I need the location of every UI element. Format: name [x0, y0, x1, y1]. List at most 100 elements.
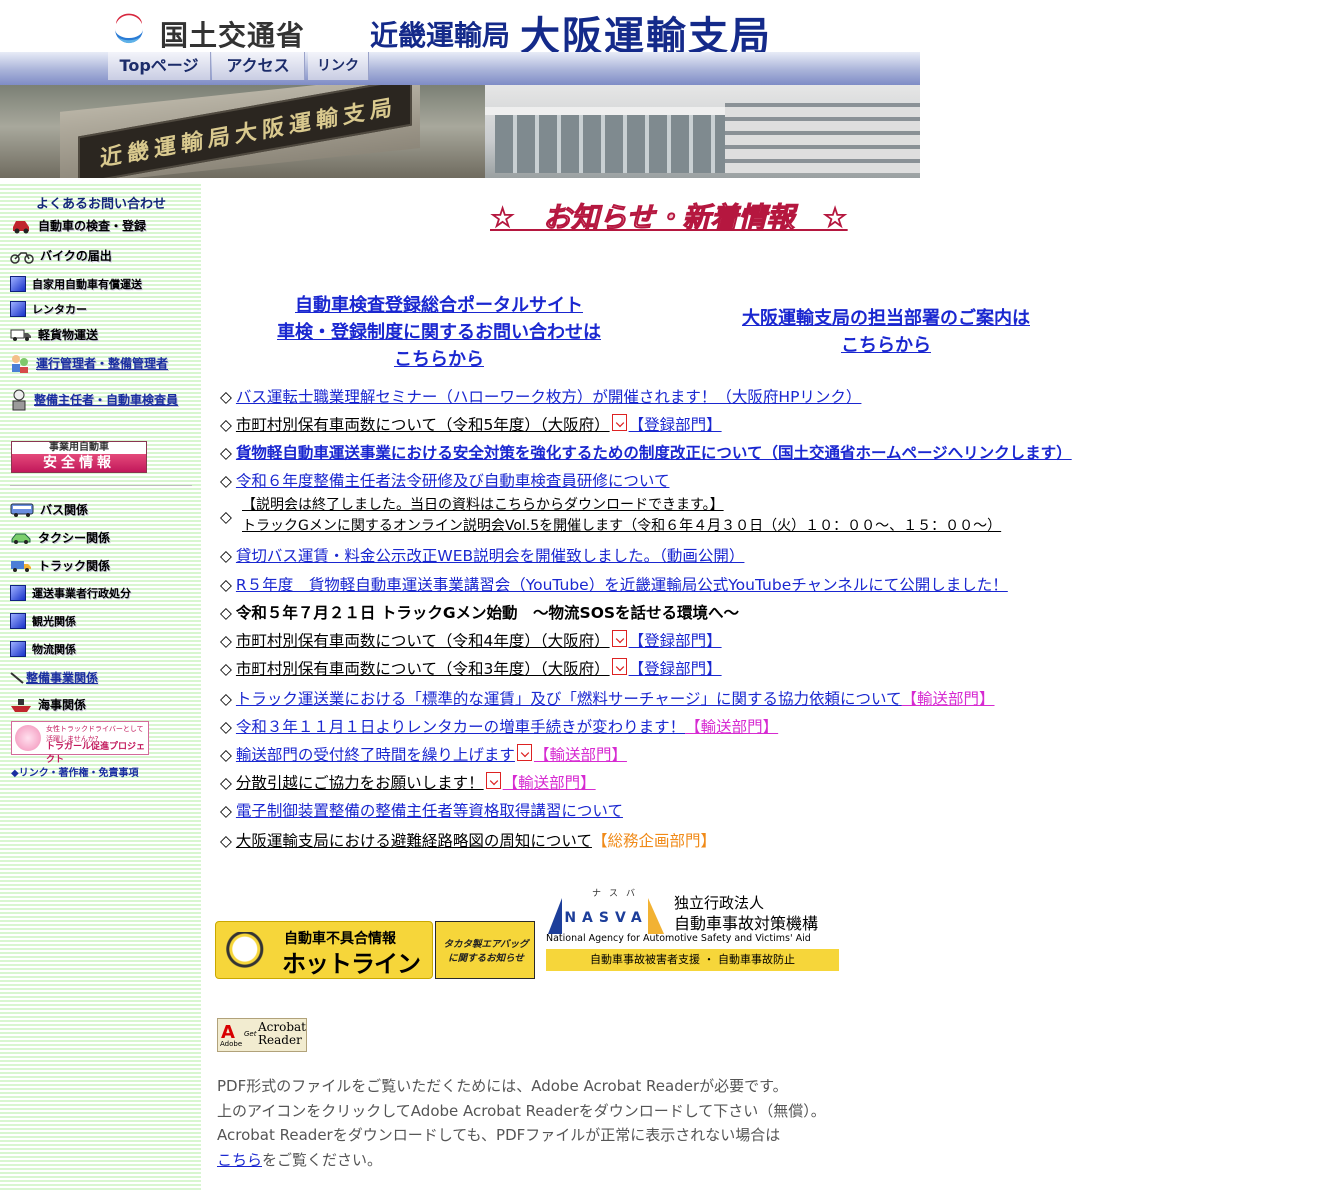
sidebar-footer-link[interactable]: ◆リンク・著作権・免責事項: [11, 764, 139, 779]
sidebar-item-label: 運行管理者・整備管理者: [36, 356, 169, 371]
sidebar-item-label: 海事関係: [38, 698, 87, 712]
dept-label: 【輸送部門】: [533, 746, 627, 764]
safety-banner-top: 事業用自動車: [12, 442, 146, 454]
square-bullet-icon: [10, 613, 26, 629]
sidebar-item-bus[interactable]: バス関係: [10, 501, 195, 518]
portal-link-line3: こちらから: [394, 349, 484, 370]
building-main: [495, 115, 725, 173]
news-link[interactable]: バス運転士職業理解セミナー（ハローワーク枚方）が開催されます！（大阪府HPリンク…: [236, 388, 862, 406]
diamond-bullet-icon: ◇: [220, 604, 232, 622]
sidebar-divider: [10, 485, 192, 486]
pdf-icon: [485, 772, 501, 789]
news-link[interactable]: 令和６年度整備主任者法令研修及び自動車検査員研修について: [236, 472, 670, 490]
ship-icon: [11, 698, 31, 712]
sidebar-item-label: タクシー関係: [38, 531, 111, 545]
news-item: ◇ 市町村別保有車両数について（令和4年度）（大阪府） 【登録部門】: [220, 629, 1310, 651]
diamond-bullet-icon: ◇: [220, 832, 232, 850]
diamond-bullet-icon: ◇: [220, 416, 232, 434]
sidebar-item-operation-manager[interactable]: 運行管理者・整備管理者: [10, 353, 195, 373]
news-link[interactable]: 電子制御装置整備の整備主任者等資格取得講習について: [236, 802, 623, 820]
news-item: ◇ 分散引越にご協力をお願いします！ 【輸送部門】: [220, 771, 1310, 793]
news-item: ◇ 市町村別保有車両数について（令和5年度）（大阪府） 【登録部門】: [220, 413, 1310, 435]
sidebar-item-maintenance-business[interactable]: 整備事業関係: [10, 669, 195, 686]
nav-access[interactable]: アクセス: [212, 52, 305, 80]
nav-top[interactable]: Topページ: [108, 52, 211, 80]
takata-airbag-banner[interactable]: タカタ製エアバッグ に関するお知らせ: [435, 921, 535, 979]
diamond-bullet-icon: ◇: [220, 718, 232, 736]
car-icon: [13, 220, 29, 233]
department-guide-link[interactable]: 大阪運輸支局の担当部署のご案内は こちらから: [740, 305, 1032, 359]
news-link[interactable]: 【説明会は終了しました。当日の資料はこちらからダウンロードできます。】 トラック…: [242, 496, 1001, 535]
pdf-note-line3: Acrobat Readerをダウンロードしても、PDFファイルが正常に表示され…: [217, 1126, 781, 1144]
news-link[interactable]: 市町村別保有車両数について（令和5年度）（大阪府）: [236, 416, 610, 434]
pdf-note-line1: PDF形式のファイルをご覧いただくためには、Adobe Acrobat Read…: [217, 1077, 788, 1095]
mlit-logo-icon[interactable]: [110, 10, 148, 48]
news-link[interactable]: 大阪運輸支局における避難経路略図の周知について: [236, 832, 592, 850]
sidebar-item-tourism[interactable]: 観光関係: [10, 613, 195, 629]
news-link[interactable]: 貸切バス運賃・料金公示改正WEB説明会を開催致しました。（動画公開）: [236, 547, 745, 565]
news-item: ◇ 貨物軽自動車運送事業における安全対策を強化するための制度改正について（国土交通…: [220, 441, 1310, 463]
dept-link-line2: こちらから: [841, 335, 931, 356]
news-link[interactable]: R５年度 貨物軽自動車運送事業講習会（YouTube）を近畿運輸局公式YouTu…: [236, 576, 1008, 594]
sidebar-item-taxi[interactable]: タクシー関係: [10, 529, 195, 546]
news-link[interactable]: 分散引越にご協力をお願いします！: [236, 774, 484, 792]
news-link[interactable]: 令和５年７月２１日 トラックGメン始動 ～物流SOSを話せる環境へ～: [236, 604, 739, 622]
sidebar-faq[interactable]: よくあるお問い合わせ: [36, 193, 166, 212]
news-item: ◇ R５年度 貨物軽自動車運送事業講習会（YouTube）を近畿運輸局公式YouT…: [220, 573, 1310, 595]
hotline-title: ホットライン: [282, 950, 421, 978]
sidebar-item-administrative-disposition[interactable]: 運送事業者行政処分: [10, 585, 195, 601]
sidebar-item-label: 観光関係: [32, 615, 76, 628]
airbag-line1: タカタ製エアバッグ: [443, 939, 529, 950]
people-icon: [12, 355, 28, 373]
nav-link[interactable]: リンク: [308, 52, 369, 80]
portal-site-link[interactable]: 自動車検査登録総合ポータルサイト 車検・登録制度に関するお問い合わせは こちらか…: [276, 292, 602, 373]
news-link[interactable]: 令和３年１１月１日よりレンタカーの増車手続きが変わります！: [236, 718, 685, 736]
nasva-banner[interactable]: ナスバ NASVA 独立行政法人 自動車事故対策機構 National Agen…: [546, 886, 841, 972]
news-link[interactable]: 市町村別保有車両数について（令和3年度）（大阪府）: [236, 660, 610, 678]
portal-link-line2: 車検・登録制度に関するお問い合わせは: [277, 322, 601, 343]
adobe-label: Adobe: [220, 1040, 243, 1048]
news-item: ◇ 輸送部門の受付終了時間を繰り上げます 【輸送部門】: [220, 743, 1310, 765]
sidebar-item-label: バス関係: [40, 503, 89, 517]
sidebar-item-light-cargo[interactable]: 軽貨物運送: [10, 326, 195, 343]
dept-label: 【登録部門】: [628, 416, 722, 434]
pdf-note-link[interactable]: こちら: [217, 1151, 262, 1169]
news-link[interactable]: 貨物軽自動車運送事業における安全対策を強化するための制度改正について（国土交通省…: [236, 444, 1072, 462]
sidebar-item-motorcycle[interactable]: バイクの届出: [10, 247, 195, 264]
news-link[interactable]: トラック運送業における「標準的な運賃」及び「燃料サーチャージ」に関する協力依頼に…: [236, 690, 902, 708]
sidebar-item-rental-car[interactable]: レンタカー: [10, 301, 195, 317]
get-acrobat-reader-button[interactable]: A Adobe Get Acrobat Reader: [217, 1018, 307, 1052]
defect-hotline-banner[interactable]: 自動車不具合情報 ホットライン: [215, 921, 433, 979]
square-bullet-icon: [10, 276, 26, 292]
get-label: Get: [244, 1030, 257, 1038]
header-photo: 近畿運輸局大阪運輸支局: [0, 85, 920, 178]
diamond-bullet-icon: ◇: [220, 660, 232, 678]
sidebar-item-truck[interactable]: トラック関係: [10, 557, 195, 574]
sidebar-item-vehicle-inspection[interactable]: 自動車の検査・登録: [10, 217, 195, 234]
news-item: ◇ 貸切バス運賃・料金公示改正WEB説明会を開催致しました。（動画公開）: [220, 544, 1310, 566]
toragal-title: トラガール促進プロジェクト: [46, 742, 146, 765]
sidebar-item-label: 軽貨物運送: [38, 328, 99, 342]
sidebar-item-label: 自動車の検査・登録: [38, 219, 147, 233]
safety-info-banner[interactable]: 事業用自動車 安全情報: [11, 441, 147, 473]
diamond-bullet-icon: ◇: [220, 632, 232, 650]
safety-banner-bottom: 安全情報: [12, 454, 146, 472]
sidebar-item-maintenance-chief[interactable]: 整備主任者・自動車検査員: [10, 389, 195, 411]
mlit-name: 国土交通省: [160, 19, 306, 52]
dept-label: 【輸送部門】: [901, 690, 995, 708]
sidebar-item-label: トラック関係: [38, 559, 111, 573]
sidebar-item-private-paid-transport[interactable]: 自家用自動車有償運送: [10, 276, 195, 292]
pdf-note: PDF形式のファイルをご覧いただくためには、Adobe Acrobat Read…: [217, 1074, 826, 1172]
sidebar-item-maritime[interactable]: 海事関係: [10, 696, 195, 713]
sidebar-item-logistics[interactable]: 物流関係: [10, 641, 195, 657]
square-bullet-icon: [10, 301, 26, 317]
portal-link-line1: 自動車検査登録総合ポータルサイト: [295, 295, 583, 316]
news-item: ◇ 電子制御装置整備の整備主任者等資格取得講習について: [220, 799, 1310, 821]
toragal-banner[interactable]: 女性トラックドライバーとして活躍しませんか? トラガール促進プロジェクト: [11, 721, 149, 765]
diamond-bullet-icon: ◇: [220, 690, 232, 708]
pdf-icon: [611, 658, 627, 675]
news-link[interactable]: 輸送部門の受付終了時間を繰り上げます: [236, 746, 515, 764]
sidebar-item-label: 運送事業者行政処分: [32, 587, 131, 600]
news-link[interactable]: 市町村別保有車両数について（令和4年度）（大阪府）: [236, 632, 610, 650]
nasva-slogan: 自動車事故被害者支援 ・ 自動車事故防止: [546, 949, 839, 971]
